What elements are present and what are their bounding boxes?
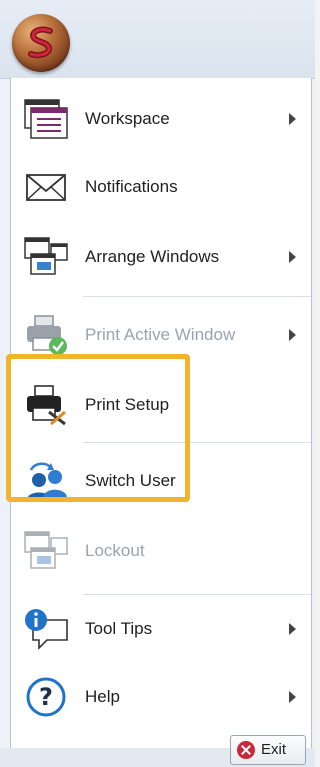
menu-item-label: Lockout — [85, 541, 145, 560]
lockout-icon — [24, 531, 68, 569]
title-bar — [0, 0, 315, 79]
menu-item-workspace[interactable]: Workspace — [11, 86, 311, 152]
workspace-icon — [24, 99, 68, 139]
menu-separator — [83, 594, 311, 595]
submenu-arrow-icon — [289, 251, 296, 263]
help-icon: ? — [26, 677, 66, 717]
arrange-windows-icon — [24, 237, 68, 275]
envelope-icon — [26, 174, 66, 201]
info-bubble-icon — [25, 609, 68, 650]
printer-check-icon — [27, 315, 67, 355]
menu-item-help[interactable]: ? Help — [11, 664, 311, 730]
submenu-arrow-icon — [289, 691, 296, 703]
menu-item-arrange-windows[interactable]: Arrange Windows — [11, 224, 311, 290]
menu-item-tool-tips[interactable]: Tool Tips — [11, 596, 311, 662]
menu-item-lockout: Lockout — [11, 518, 311, 584]
menu-item-label: Arrange Windows — [85, 247, 220, 266]
app-logo-icon — [28, 26, 53, 59]
menu-item-label: Notifications — [85, 177, 178, 196]
callout-highlight-box — [6, 354, 190, 502]
menu-item-label: Help — [85, 687, 120, 706]
menu-item-notifications[interactable]: Notifications — [11, 154, 311, 220]
exit-label: Exit — [261, 741, 287, 758]
app-menu-window: Workspace Notifications Arrange Windows … — [0, 0, 315, 767]
submenu-arrow-icon — [289, 623, 296, 635]
exit-button[interactable]: Exit — [230, 735, 306, 765]
menu-item-label: Workspace — [85, 109, 170, 128]
menu-separator — [83, 296, 311, 297]
svg-text:?: ? — [39, 683, 53, 711]
submenu-arrow-icon — [289, 113, 296, 125]
menu-item-label: Tool Tips — [85, 619, 153, 638]
close-icon — [237, 741, 255, 759]
app-menu-button[interactable] — [12, 14, 70, 72]
submenu-arrow-icon — [289, 329, 296, 341]
